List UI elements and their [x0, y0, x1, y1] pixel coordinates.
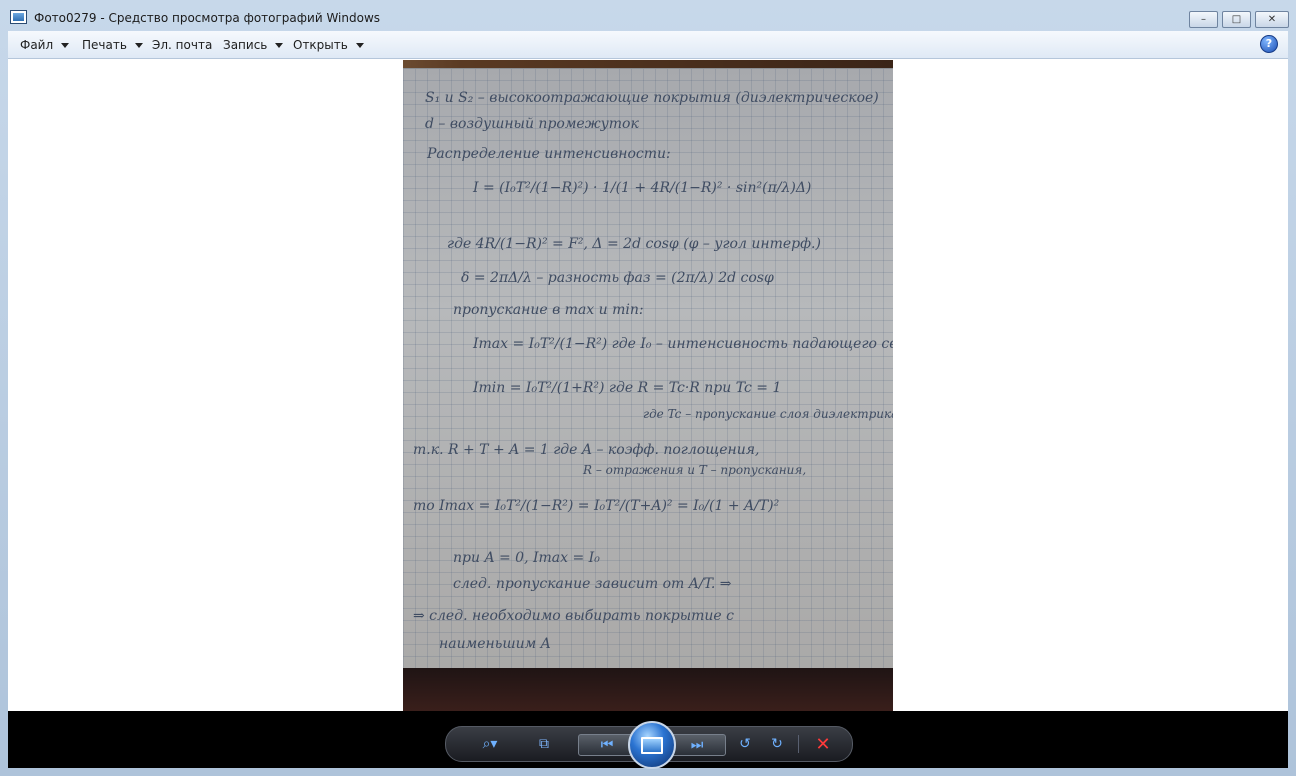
playback-controls: ⌕▾ ⧉ ⏮ ⏭ ↺ ↻ ✕ [445, 721, 853, 769]
note-line: I = (I₀T²/(1−R)²) · 1/(1 + 4R/(1−R)² · s… [473, 180, 812, 196]
previous-icon: ⏮ [600, 737, 614, 753]
note-line: Imin = I₀T²/(1+R²) где R = Tc·R при Tc =… [473, 380, 782, 396]
menu-burn[interactable]: Запись [223, 38, 284, 52]
rotate-cw-icon: ↻ [771, 736, 783, 752]
menu-file-label: Файл [20, 38, 54, 52]
note-line: где 4R/(1−R)² = F², Δ = 2d cosφ (φ – уго… [447, 236, 821, 252]
delete-icon: ✕ [815, 733, 831, 755]
photo-viewer-window: Фото0279 - Средство просмотра фотографий… [0, 0, 1296, 776]
note-line: наименьшим A [439, 636, 551, 652]
note-line: R – отражения и T – пропускания, [583, 463, 807, 477]
menu-print-label: Печать [82, 38, 127, 52]
control-bar: ⌕▾ ⧉ ⏮ ⏭ ↺ ↻ ✕ [8, 711, 1288, 769]
note-line: где Tc – пропускание слоя диэлектрика [643, 407, 893, 421]
note-line: Imax = I₀T²/(1−R²) где I₀ – интенсивност… [473, 336, 893, 352]
menu-file[interactable]: Файл [20, 38, 70, 52]
note-line: S₁ и S₂ – высокоотражающие покрытия (диэ… [425, 90, 879, 106]
note-line: след. пропускание зависит от A/T. ⇒ [453, 576, 732, 592]
slideshow-icon [641, 736, 663, 754]
menu-email-label: Эл. почта [152, 38, 213, 52]
note-line: то Imax = I₀T²/(1−R²) = I₀T²/(T+A)² = I₀… [413, 498, 780, 514]
minimize-icon: – [1201, 14, 1206, 25]
fit-window-icon: ⧉ [539, 736, 549, 752]
title-bar[interactable]: Фото0279 - Средство просмотра фотографий… [0, 0, 1296, 30]
menu-email[interactable]: Эл. почта [152, 38, 212, 52]
next-button[interactable]: ⏭ [668, 734, 726, 756]
image-viewport[interactable]: S₁ и S₂ – высокоотражающие покрытия (диэ… [8, 59, 1288, 711]
note-line: пропускание в max и min: [453, 302, 644, 318]
slideshow-button[interactable] [628, 721, 676, 769]
chevron-down-icon [61, 43, 70, 48]
close-icon: ✕ [1267, 14, 1277, 25]
menu-bar: Файл Печать Эл. почта Запись Открыть ? [8, 31, 1288, 59]
control-separator [798, 735, 799, 753]
minimize-button[interactable]: – [1189, 11, 1218, 28]
rotate-clockwise-button[interactable]: ↻ [766, 734, 788, 754]
rotate-counterclockwise-button[interactable]: ↺ [734, 734, 756, 754]
photo-viewer-app-icon [10, 10, 27, 24]
menu-open-label: Открыть [293, 38, 348, 52]
note-line: δ = 2πΔ/λ – разность фаз = (2π/λ) 2d cos… [461, 270, 774, 286]
chevron-down-icon [275, 43, 284, 48]
maximize-button[interactable]: □ [1222, 11, 1251, 28]
chevron-down-icon [355, 43, 364, 48]
note-line: при A = 0, Imax = I₀ [453, 550, 600, 566]
next-icon: ⏭ [690, 737, 704, 753]
menu-burn-label: Запись [223, 38, 268, 52]
menu-print[interactable]: Печать [82, 38, 143, 52]
help-icon[interactable]: ? [1260, 35, 1278, 53]
handwritten-notes: S₁ и S₂ – высокоотражающие покрытия (диэ… [413, 79, 893, 669]
maximize-icon: □ [1231, 14, 1242, 25]
zoom-icon: ⌕▾ [482, 736, 498, 752]
photo-dark-edge [403, 668, 893, 711]
note-line: т.к. R + T + A = 1 где A – коэфф. поглощ… [413, 442, 760, 458]
delete-button[interactable]: ✕ [810, 733, 836, 755]
window-title: Фото0279 - Средство просмотра фотографий… [34, 11, 381, 25]
notebook-page: S₁ и S₂ – высокоотражающие покрытия (диэ… [403, 68, 893, 669]
chevron-down-icon [134, 43, 143, 48]
menu-open[interactable]: Открыть [293, 38, 364, 52]
actual-size-button[interactable]: ⧉ [532, 734, 556, 754]
displayed-photo: S₁ и S₂ – высокоотражающие покрытия (диэ… [403, 60, 893, 711]
close-button[interactable]: ✕ [1255, 11, 1289, 28]
note-line: ⇒ след. необходимо выбирать покрытие с [413, 608, 734, 624]
note-line: d – воздушный промежуток [425, 116, 639, 132]
note-line: Распределение интенсивности: [427, 146, 671, 162]
zoom-button[interactable]: ⌕▾ [476, 734, 504, 754]
rotate-ccw-icon: ↺ [739, 736, 751, 752]
